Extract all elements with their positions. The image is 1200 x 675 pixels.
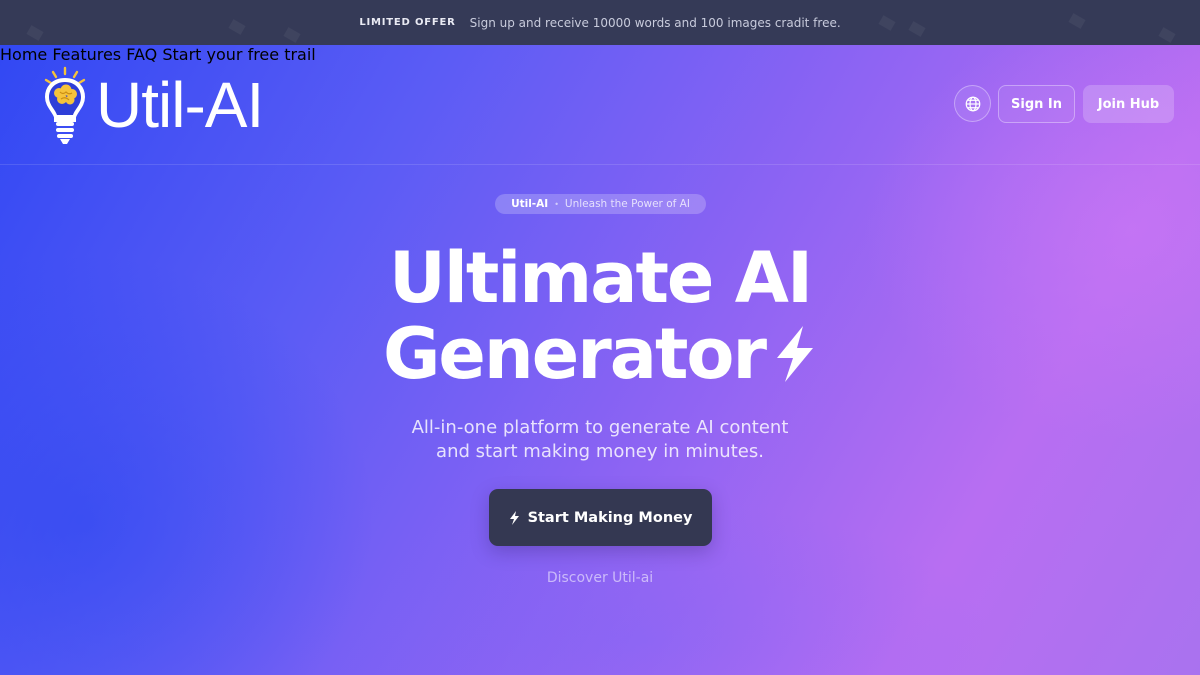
main-nav: Home Features FAQ Start your free trail	[0, 45, 1200, 64]
badge-tagline: Unleash the Power of AI	[564, 198, 690, 210]
lightning-bolt-icon	[509, 510, 519, 525]
headline-line-2: Generator	[382, 313, 767, 395]
promo-tag: LIMITED OFFER	[359, 17, 456, 28]
hero-headline: Ultimate AI Generator	[0, 240, 1200, 392]
promo-bar: LIMITED OFFER Sign up and receive 10000 …	[0, 0, 1200, 45]
site-header: Util-AI Home Features FAQ Start your fre…	[0, 45, 1200, 165]
discover-link[interactable]: Discover Util-ai	[0, 570, 1200, 586]
hero-badge: Util-AI • Unleash the Power of AI	[495, 194, 706, 214]
language-button[interactable]	[954, 85, 991, 122]
brand-name: Util-AI	[96, 69, 264, 141]
subtitle-line-2: and start making money in minutes.	[436, 441, 764, 462]
nav-faq[interactable]: FAQ	[126, 45, 157, 64]
headline-line-1: Ultimate AI	[389, 237, 813, 319]
badge-separator-dot: •	[554, 199, 559, 209]
start-making-money-button[interactable]: Start Making Money	[489, 489, 712, 546]
sign-in-button[interactable]: Sign In	[998, 85, 1075, 123]
lightning-bolt-icon	[777, 326, 814, 382]
lightbulb-brain-icon	[44, 66, 86, 144]
brand-logo[interactable]: Util-AI	[42, 65, 264, 145]
badge-brand: Util-AI	[511, 198, 549, 210]
hero-subtitle: All-in-one platform to generate AI conte…	[0, 416, 1200, 464]
cta-label: Start Making Money	[527, 509, 693, 526]
promo-text: Sign up and receive 10000 words and 100 …	[469, 15, 841, 30]
nav-free-trial[interactable]: Start your free trail	[162, 45, 315, 64]
globe-icon	[965, 96, 980, 111]
subtitle-line-1: All-in-one platform to generate AI conte…	[411, 417, 789, 438]
nav-features[interactable]: Features	[52, 45, 121, 64]
join-hub-button[interactable]: Join Hub	[1083, 85, 1174, 123]
nav-home[interactable]: Home	[0, 45, 47, 64]
headline-line-2-wrap: Generator	[383, 316, 817, 392]
